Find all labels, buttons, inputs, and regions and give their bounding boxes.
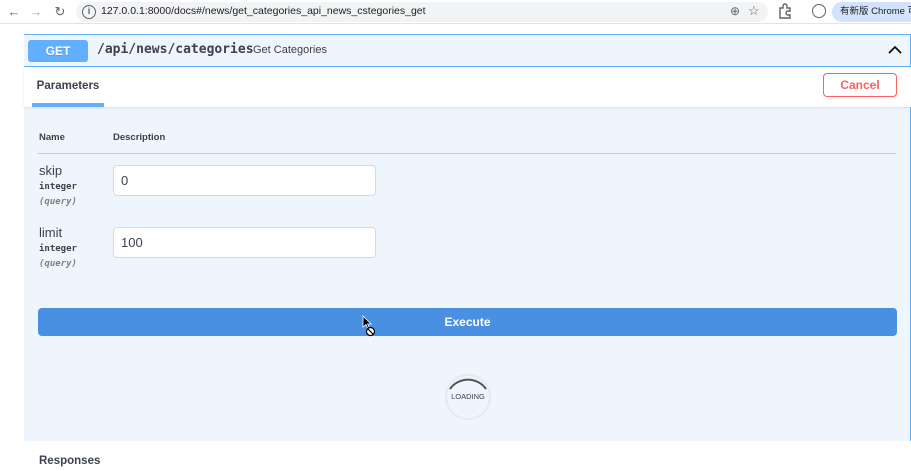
param-name-skip: skip xyxy=(39,163,63,178)
cancel-button[interactable]: Cancel xyxy=(823,73,897,97)
responses-section: Responses xyxy=(24,441,911,471)
limit-input[interactable]: 100 xyxy=(113,227,376,258)
operation-block: GET /api/news/categories Get Categories … xyxy=(24,34,911,471)
profile-icon[interactable] xyxy=(812,4,826,18)
chevron-up-icon[interactable] xyxy=(888,43,902,57)
parameters-header: Parameters Cancel xyxy=(24,67,911,107)
forward-arrow-icon[interactable]: → xyxy=(28,4,44,20)
tab-parameters[interactable]: Parameters xyxy=(32,67,104,107)
mouse-cursor-icon xyxy=(362,315,376,337)
column-header-description: Description xyxy=(113,132,166,143)
operation-path: /api/news/categories xyxy=(97,42,254,57)
responses-title: Responses xyxy=(39,455,101,467)
param-type-limit: integer xyxy=(39,244,77,254)
execute-button[interactable]: Execute xyxy=(38,308,897,336)
bookmark-star-icon[interactable]: ☆ xyxy=(748,3,760,19)
param-location-skip: (query) xyxy=(39,197,77,207)
loading-text: LOADING xyxy=(451,392,485,401)
method-badge: GET xyxy=(28,40,88,62)
param-name-limit: limit xyxy=(39,225,63,240)
zoom-icon[interactable]: ⊕ xyxy=(730,4,740,18)
back-arrow-icon[interactable]: ← xyxy=(6,4,22,20)
header-divider xyxy=(38,153,896,154)
extensions-icon[interactable] xyxy=(778,3,792,19)
address-bar[interactable]: i 127.0.0.1:8000/docs#/news/get_categori… xyxy=(76,2,768,22)
loading-spinner: LOADING xyxy=(442,371,494,423)
param-type-skip: integer xyxy=(39,182,77,192)
site-info-icon[interactable]: i xyxy=(82,5,96,19)
skip-input[interactable]: 0 xyxy=(113,165,376,196)
column-header-name: Name xyxy=(39,132,65,143)
operation-summary[interactable]: GET /api/news/categories Get Categories xyxy=(24,35,911,67)
url-text[interactable]: 127.0.0.1:8000/docs#/news/get_categories… xyxy=(101,5,426,17)
browser-toolbar: ← → ↻ i 127.0.0.1:8000/docs#/news/get_ca… xyxy=(0,0,911,24)
param-location-limit: (query) xyxy=(39,259,77,269)
operation-summary-text: Get Categories xyxy=(253,44,327,56)
chrome-update-chip[interactable]: 有新版 Chrome 可用 xyxy=(832,2,911,22)
reload-icon[interactable]: ↻ xyxy=(52,4,68,20)
